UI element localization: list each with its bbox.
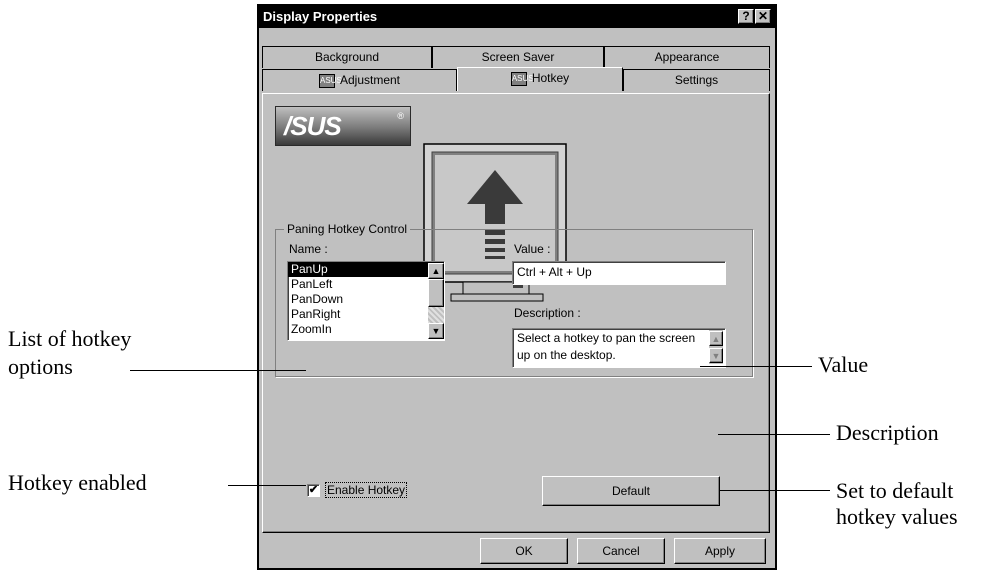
name-label: Name : xyxy=(289,242,328,256)
list-item[interactable]: PanLeft xyxy=(288,277,444,292)
tab-label: Hotkey xyxy=(531,71,570,85)
logo-text: /SUS xyxy=(284,111,342,141)
scroll-down-icon[interactable]: ▼ xyxy=(428,323,444,339)
enable-hotkey-checkbox[interactable]: ✔ xyxy=(307,484,320,497)
tab-label: Appearance xyxy=(654,50,720,64)
window-title: Display Properties xyxy=(263,9,378,24)
list-item[interactable]: PanUp xyxy=(288,262,444,277)
tab-label: Background xyxy=(314,50,380,64)
description-text: Select a hotkey to pan the screen up on … xyxy=(517,331,696,362)
close-button[interactable]: ✕ xyxy=(755,9,771,24)
callout-line-description xyxy=(718,434,830,435)
scroll-up-icon[interactable]: ▲ xyxy=(709,331,723,346)
display-properties-dialog: Display Properties ? ✕ Background Screen… xyxy=(257,4,777,570)
value-field[interactable]: Ctrl + Alt + Up xyxy=(512,261,726,285)
callout-description: Description xyxy=(836,420,939,445)
tab-settings[interactable]: Settings xyxy=(623,69,770,91)
scroll-thumb[interactable] xyxy=(428,279,444,307)
callout-value: Value xyxy=(818,352,869,377)
ok-button[interactable]: OK xyxy=(480,538,568,564)
value-label: Value : xyxy=(514,242,551,256)
tab-hotkey[interactable]: ASUSHotkey xyxy=(457,67,623,91)
logo-mark: ® xyxy=(397,111,404,121)
asus-tab-icon: ASUS xyxy=(510,71,534,86)
tab-adjustment[interactable]: ASUSAdjustment xyxy=(262,69,457,91)
scroll-up-icon[interactable]: ▲ xyxy=(428,263,444,279)
list-item[interactable]: PanDown xyxy=(288,292,444,307)
description-box: Select a hotkey to pan the screen up on … xyxy=(512,328,726,368)
hotkey-list[interactable]: PanUp PanLeft PanDown PanRight ZoomIn ▲ … xyxy=(287,261,445,341)
group-legend: Paning Hotkey Control xyxy=(284,222,411,236)
list-item[interactable]: ZoomIn xyxy=(288,322,444,337)
callout-line-default xyxy=(720,490,830,491)
description-label: Description : xyxy=(514,306,581,320)
help-button[interactable]: ? xyxy=(738,9,754,24)
list-item[interactable]: PanRight xyxy=(288,307,444,322)
cancel-button[interactable]: Cancel xyxy=(577,538,665,564)
tab-label: Adjustment xyxy=(339,73,401,87)
callout-list-line1: List of hotkey xyxy=(8,326,132,351)
description-scrollbar[interactable]: ▲ ▼ xyxy=(709,330,723,364)
callout-default-line2: hotkey values xyxy=(836,504,958,529)
asus-logo: /SUS ® xyxy=(275,106,411,146)
asus-tab-icon: ASUS xyxy=(318,73,342,88)
tab-label: Settings xyxy=(674,73,719,87)
tab-label: Screen Saver xyxy=(481,50,555,64)
callout-line-value xyxy=(700,366,812,367)
callout-list-line2: options xyxy=(8,354,73,379)
list-scrollbar[interactable]: ▲ ▼ xyxy=(428,263,444,339)
callout-enabled: Hotkey enabled xyxy=(8,470,147,495)
default-button[interactable]: Default xyxy=(542,476,720,506)
tab-background[interactable]: Background xyxy=(262,46,432,68)
callout-line-list xyxy=(130,370,306,371)
enable-hotkey-label[interactable]: Enable Hotkey xyxy=(325,482,408,498)
scroll-down-icon[interactable]: ▼ xyxy=(709,348,723,363)
callout-line-enabled xyxy=(228,485,306,486)
tab-screen-saver[interactable]: Screen Saver xyxy=(432,46,604,68)
scroll-track[interactable] xyxy=(428,307,444,323)
tab-appearance[interactable]: Appearance xyxy=(604,46,770,68)
callout-default-line1: Set to default xyxy=(836,478,954,503)
title-bar: Display Properties ? ✕ xyxy=(259,6,775,28)
apply-button[interactable]: Apply xyxy=(674,538,766,564)
